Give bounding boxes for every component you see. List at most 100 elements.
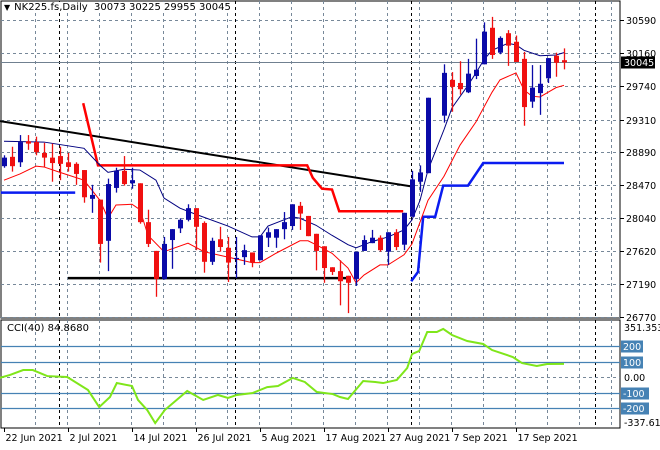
candle-bull xyxy=(90,194,95,199)
candle-bear xyxy=(58,156,63,164)
candle-bear xyxy=(314,233,319,251)
candle-bull xyxy=(442,72,447,116)
candle-bear xyxy=(514,41,519,62)
candle-bear xyxy=(506,33,511,46)
ohlc-label: 30073 30225 29955 30045 xyxy=(94,2,231,13)
candle-bull xyxy=(178,219,183,229)
candle-bull xyxy=(370,237,375,244)
candle-bear xyxy=(298,205,303,214)
candle-bear xyxy=(154,250,159,279)
candle-bear xyxy=(34,142,39,153)
cci-level-label: 200 xyxy=(623,342,641,353)
candle-bull xyxy=(170,229,175,241)
candle-bull xyxy=(530,87,535,102)
candle-bear xyxy=(250,252,255,263)
candle-bear xyxy=(522,58,527,108)
candle-bull xyxy=(282,222,287,230)
date-label: 14 Jul 2021 xyxy=(134,433,188,444)
chart-header: ▼ NK225.fs,Daily 30073 30225 29955 30045 xyxy=(4,2,231,13)
candle-bear xyxy=(122,170,127,185)
candle-bull xyxy=(106,184,111,241)
cci-level-label: 100 xyxy=(623,358,641,369)
candle-bear xyxy=(322,246,327,269)
symbol-label: NK225.fs,Daily xyxy=(14,2,88,13)
candle-bull xyxy=(258,235,263,261)
candle-bull xyxy=(2,157,7,167)
candle-bull xyxy=(290,204,295,227)
date-label: 17 Aug 2021 xyxy=(326,433,387,444)
candle-bear xyxy=(562,60,567,63)
price-tick-label: 28470 xyxy=(626,181,656,192)
candle-bull xyxy=(130,180,135,184)
candle-bear xyxy=(74,163,79,174)
candle-bull xyxy=(418,172,423,182)
candle-bear xyxy=(82,170,87,198)
candle-bull xyxy=(186,208,191,220)
collapse-triangle-icon[interactable]: ▼ xyxy=(4,3,10,12)
cci-axis-label: -337.618 xyxy=(624,418,660,429)
date-label: 22 Jun 2021 xyxy=(6,433,63,444)
candle-bear xyxy=(346,275,351,283)
candle-bull xyxy=(386,232,391,252)
current-price-label: 30045 xyxy=(624,58,654,69)
candle-bull xyxy=(498,37,503,53)
date-label: 2 Jul 2021 xyxy=(70,433,118,444)
candle-bear xyxy=(66,162,71,167)
candle-bull xyxy=(466,73,471,93)
price-tick-label: 29740 xyxy=(626,82,656,93)
date-label: 17 Sep 2021 xyxy=(518,433,578,444)
candle-bull xyxy=(18,142,23,163)
candle-bear xyxy=(202,222,207,262)
candle-bear xyxy=(306,215,311,237)
cci-pane-frame xyxy=(0,319,621,429)
candle-bull xyxy=(266,232,271,238)
date-label: 5 Aug 2021 xyxy=(262,433,317,444)
cci-level-label: -100 xyxy=(623,389,645,400)
date-label: 27 Aug 2021 xyxy=(390,433,451,444)
candle-bear xyxy=(226,247,231,263)
candle-bear xyxy=(458,82,463,90)
candle-bull xyxy=(410,179,415,217)
candle-bear xyxy=(218,239,223,248)
candle-bear xyxy=(490,27,495,55)
candle-bull xyxy=(362,240,367,251)
cci-label: CCI(40) 84.8680 xyxy=(7,323,89,334)
price-tick-label: 27190 xyxy=(626,280,656,291)
candle-bull xyxy=(242,250,247,258)
cci-level-label: -200 xyxy=(623,404,645,415)
candle-bear xyxy=(146,222,151,244)
candle-bear xyxy=(394,232,399,248)
price-tick-label: 28040 xyxy=(626,214,656,225)
candle-bear xyxy=(450,79,455,87)
candle-bull xyxy=(402,212,407,245)
candle-bear xyxy=(330,267,335,272)
candle-bear xyxy=(338,271,343,282)
cci-axis-label: 0.00 xyxy=(624,373,645,384)
date-label: 26 Jul 2021 xyxy=(198,433,252,444)
candle-bull xyxy=(234,257,239,260)
cci-axis-label: 351.3536 xyxy=(624,323,660,334)
candle-bear xyxy=(98,199,103,244)
candle-bear xyxy=(378,237,383,251)
candle-bull xyxy=(538,83,543,94)
candle-bear xyxy=(138,183,143,223)
candle-bull xyxy=(474,69,479,76)
candle-bull xyxy=(274,229,279,238)
price-tick-label: 30590 xyxy=(626,16,656,27)
candle-bull xyxy=(114,170,119,188)
candle-bull xyxy=(546,58,551,79)
candle-bull xyxy=(210,240,215,262)
candle-bull xyxy=(162,243,167,279)
candle-bear xyxy=(10,156,15,167)
price-tick-label: 29310 xyxy=(626,116,656,127)
candle-bull xyxy=(354,251,359,279)
candle-bear xyxy=(194,208,199,227)
price-tick-label: 27620 xyxy=(626,247,656,258)
chart-canvas: 3059030160297402931028890284702804027620… xyxy=(0,0,660,444)
candle-bear xyxy=(42,152,47,158)
candle-bull xyxy=(482,31,487,65)
candle-bear xyxy=(50,157,55,164)
price-tick-label: 28890 xyxy=(626,148,656,159)
candle-bear xyxy=(554,55,559,63)
date-label: 7 Sep 2021 xyxy=(454,433,508,444)
